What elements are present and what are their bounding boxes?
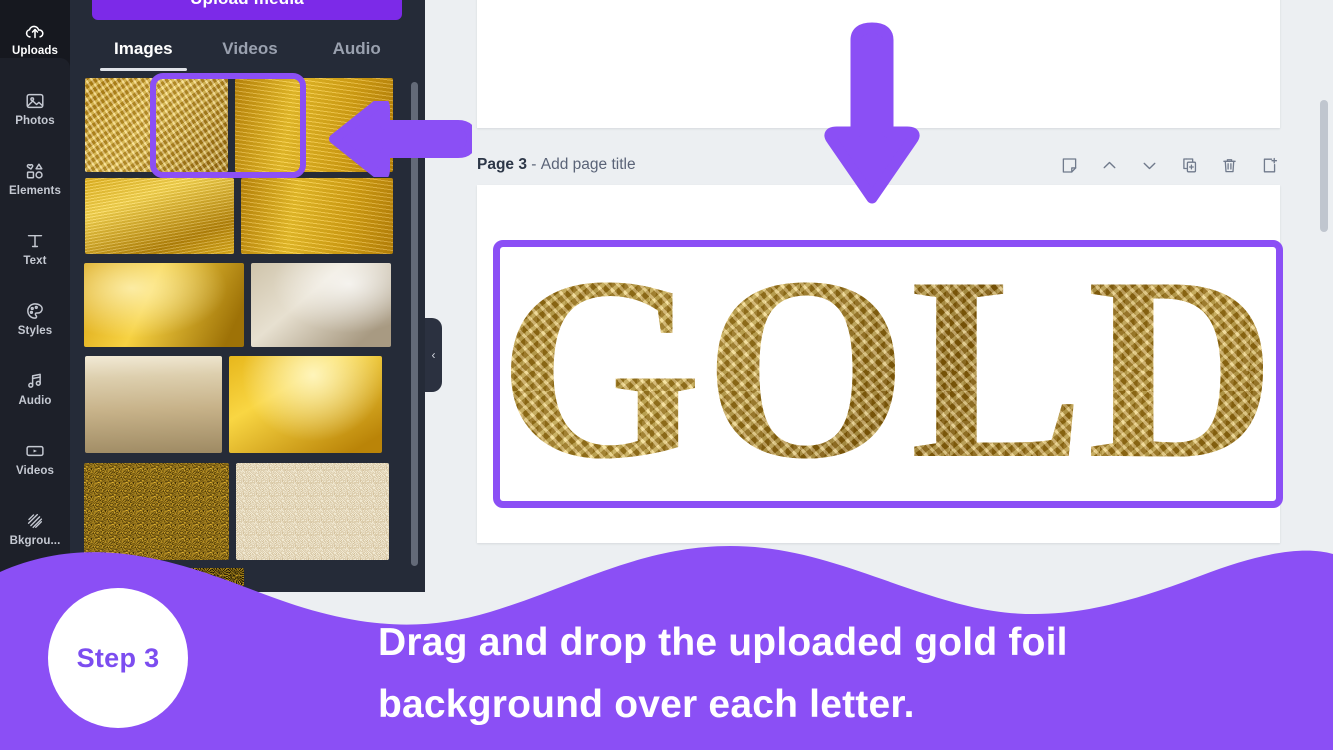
tab-audio[interactable]: Audio <box>303 30 410 68</box>
chevron-down-icon[interactable] <box>1139 155 1160 176</box>
sidebar-item-uploads[interactable]: Uploads <box>0 4 70 74</box>
notes-icon[interactable] <box>1059 155 1080 176</box>
down-pointing-arrow <box>824 22 920 204</box>
duplicate-page-icon[interactable] <box>1179 155 1200 176</box>
panel-tabs: Images Videos Audio <box>90 30 410 71</box>
sidebar-item-label: Videos <box>15 465 55 478</box>
page-title-placeholder: Add page title <box>540 156 636 173</box>
instruction-caption: Drag and drop the uploaded gold foil bac… <box>378 612 1238 737</box>
sidebar-item-elements[interactable]: Elements <box>0 144 70 214</box>
sidebar-item-label: Text <box>23 255 47 268</box>
editor-scrollbar[interactable] <box>1320 100 1328 232</box>
video-icon <box>24 440 46 462</box>
thumbnail-item[interactable] <box>85 356 222 453</box>
cloud-upload-icon <box>24 20 46 42</box>
sidebar-item-label: Audio <box>18 395 52 408</box>
tab-images[interactable]: Images <box>90 30 197 71</box>
sidebar-item-photos[interactable]: Photos <box>0 74 70 144</box>
sidebar-item-label: Uploads <box>11 45 59 58</box>
screenshot-root: Uploads Photos Elements Text Styles Audi… <box>0 0 1333 750</box>
left-icon-rail: Uploads Photos Elements Text Styles Audi… <box>0 0 70 592</box>
trash-icon[interactable] <box>1219 155 1240 176</box>
thumbnail-item[interactable] <box>85 78 228 172</box>
sidebar-item-styles[interactable]: Styles <box>0 284 70 354</box>
chevron-up-icon[interactable] <box>1099 155 1120 176</box>
chevron-left-icon: ‹ <box>431 348 436 362</box>
thumbnail-item[interactable] <box>85 178 234 254</box>
photo-icon <box>24 90 46 112</box>
page-toolbar <box>1059 148 1280 182</box>
page-number-label: Page 3 <box>477 156 527 173</box>
page-title[interactable]: Page 3 - Add page title <box>477 156 636 174</box>
caption-line-2: background over each letter. <box>378 683 915 727</box>
canvas-gold-text[interactable]: GOLD <box>500 241 1276 495</box>
thumbnail-item[interactable] <box>251 263 391 347</box>
music-note-icon <box>24 370 46 392</box>
sidebar-item-label: Photos <box>15 115 55 128</box>
thumbnail-item[interactable] <box>229 356 382 453</box>
uploads-panel: Upload media Images Videos Audio <box>70 0 425 592</box>
selected-text-frame[interactable]: GOLD <box>493 240 1283 508</box>
shapes-icon <box>24 160 46 182</box>
step-badge-label: Step 3 <box>76 642 160 673</box>
sidebar-item-label: Styles <box>17 325 53 338</box>
thumbnail-item[interactable] <box>241 178 393 254</box>
upload-media-button[interactable]: Upload media <box>92 0 402 20</box>
text-icon <box>24 230 46 252</box>
thumbnail-item[interactable] <box>84 263 244 347</box>
current-page-canvas[interactable]: GOLD <box>477 185 1283 543</box>
left-pointing-arrow <box>329 101 472 177</box>
add-page-icon[interactable] <box>1259 155 1280 176</box>
step-badge: Step 3 <box>48 588 188 728</box>
sidebar-item-text[interactable]: Text <box>0 214 70 284</box>
palette-icon <box>24 300 46 322</box>
panel-collapse-handle[interactable]: ‹ <box>425 318 442 392</box>
sidebar-item-label: Elements <box>9 185 61 198</box>
caption-line-1: Drag and drop the uploaded gold foil <box>378 621 1068 664</box>
tab-videos[interactable]: Videos <box>197 30 304 68</box>
sidebar-item-audio[interactable]: Audio <box>0 354 70 424</box>
sidebar-item-videos[interactable]: Videos <box>0 424 70 494</box>
